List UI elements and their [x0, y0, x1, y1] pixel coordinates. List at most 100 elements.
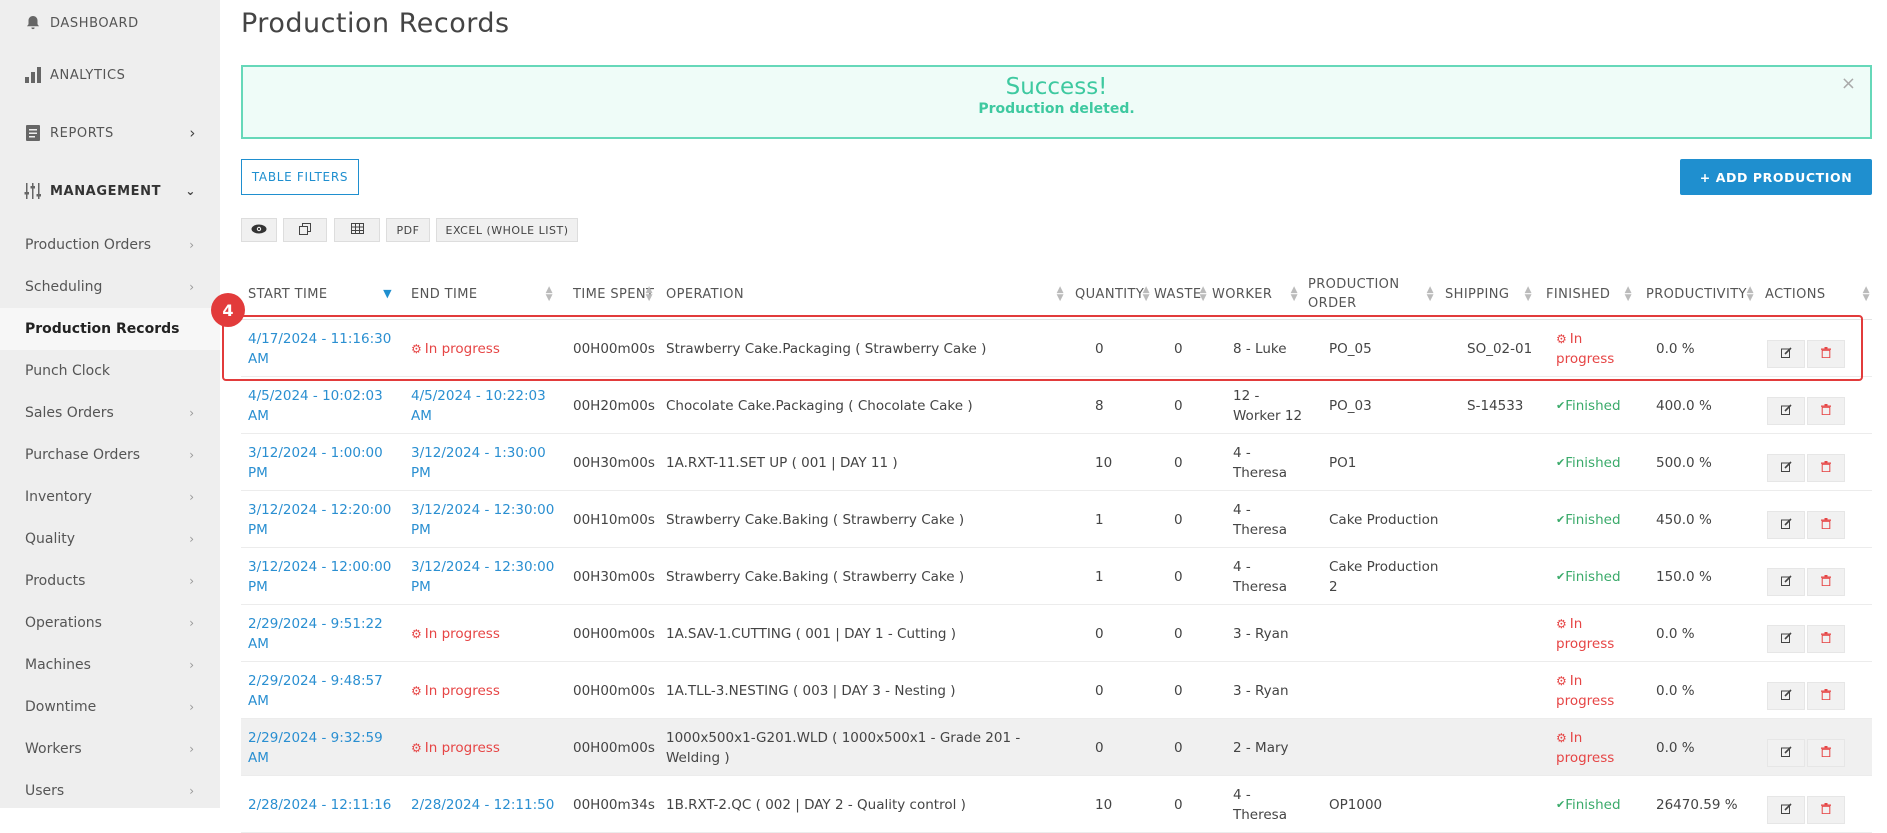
cell-time-spent: 00H20m00s [573, 397, 655, 414]
cell-start-time[interactable]: 4/5/2024 - 10:02:03 AM [248, 377, 394, 434]
cell-operation: 1A.TLL-3.NESTING ( 003 | DAY 3 - Nesting… [666, 682, 956, 699]
cell-quantity: 10 [1095, 454, 1113, 471]
cell-productivity: 450.0 % [1656, 511, 1712, 528]
header-start-time[interactable]: START TIME ▼ [248, 268, 394, 320]
sidebar-management[interactable]: MANAGEMENT ⌄ [0, 162, 220, 220]
close-icon[interactable]: × [1841, 73, 1856, 94]
delete-button[interactable] [1807, 568, 1845, 596]
table-row: 4/5/2024 - 10:02:03 AM 4/5/2024 - 10:22:0… [241, 377, 1872, 434]
sidebar-item-punch-clock[interactable]: Punch Clock [0, 350, 220, 392]
cell-start-time[interactable]: 2/28/2024 - 12:11:16 [248, 776, 394, 833]
gears-icon: ⚙ [411, 740, 422, 755]
edit-icon [1780, 803, 1792, 817]
header-waste[interactable]: WASTE ▲ ▼ [1154, 268, 1209, 320]
header-worker[interactable]: WORKER ▲ ▼ [1212, 268, 1300, 320]
delete-button[interactable] [1807, 796, 1845, 824]
sort-icon: ▲ ▼ [1056, 285, 1064, 303]
edit-button[interactable] [1767, 796, 1805, 824]
sidebar-item-production-records[interactable]: Production Records [0, 308, 220, 350]
cell-start-time[interactable]: 3/12/2024 - 1:00:00 PM [248, 434, 394, 491]
table-filters-button[interactable]: TABLE FILTERS [241, 159, 359, 195]
sidebar-item-label: Sales Orders [25, 405, 114, 421]
excel-button[interactable]: EXCEL (WHOLE LIST) [436, 218, 578, 242]
main-content: Production Records Success! Production d… [220, 0, 1887, 833]
sidebar-item-downtime[interactable]: Downtime › [0, 686, 220, 728]
delete-button[interactable] [1807, 682, 1845, 710]
chevron-right-icon: › [189, 784, 194, 798]
gears-icon: ⚙ [411, 683, 422, 698]
sidebar-item-products[interactable]: Products › [0, 560, 220, 602]
column-visibility-button[interactable] [241, 218, 277, 242]
sidebar-item-purchase-orders[interactable]: Purchase Orders › [0, 434, 220, 476]
cell-end-time: 3/12/2024 - 12:30:00 PM [411, 558, 555, 595]
chevron-down-icon: ⌄ [185, 184, 196, 198]
gears-icon: ⚙ [1556, 616, 1567, 631]
sidebar-analytics[interactable]: ANALYTICS [0, 46, 220, 104]
edit-button[interactable] [1767, 568, 1805, 596]
edit-button[interactable] [1767, 397, 1805, 425]
edit-button[interactable] [1767, 511, 1805, 539]
cell-time-spent: 00H30m00s [573, 568, 655, 585]
cell-productivity: 0.0 % [1656, 739, 1695, 756]
header-production-order[interactable]: PRODUCTION ORDER ▲ ▼ [1308, 268, 1436, 320]
cell-start-time[interactable]: 2/29/2024 - 9:48:57 AM [248, 662, 394, 719]
table-header: START TIME ▼ END TIME ▲ ▼ TIME SPENT ▲ ▼ OPER… [241, 268, 1872, 320]
cell-start-time[interactable]: 3/12/2024 - 12:20:00 PM [248, 491, 394, 548]
sidebar-reports[interactable]: REPORTS › [0, 104, 220, 162]
trash-icon [1821, 746, 1831, 760]
chevron-right-icon: › [189, 616, 194, 630]
edit-button[interactable] [1767, 682, 1805, 710]
delete-button[interactable] [1807, 511, 1845, 539]
header-operation[interactable]: OPERATION ▲ ▼ [666, 268, 1066, 320]
delete-button[interactable] [1807, 397, 1845, 425]
sidebar-item-operations[interactable]: Operations › [0, 602, 220, 644]
sidebar-item-production-orders[interactable]: Production Orders › [0, 224, 220, 266]
sidebar-item-quality[interactable]: Quality › [0, 518, 220, 560]
delete-button[interactable] [1807, 454, 1845, 482]
header-shipping[interactable]: SHIPPING ▲ ▼ [1445, 268, 1534, 320]
cell-start-time[interactable]: 2/29/2024 - 9:51:22 AM [248, 605, 394, 662]
sidebar-item-label: Inventory [25, 489, 92, 505]
cell-production-order: Cake Production [1329, 511, 1439, 528]
sidebar-item-label: Scheduling [25, 279, 103, 295]
sort-icon: ▲ ▼ [1290, 285, 1298, 303]
header-quantity[interactable]: QUANTITY ▲ ▼ [1075, 268, 1152, 320]
cell-productivity: 26470.59 % [1656, 796, 1738, 813]
document-icon [24, 124, 42, 142]
sidebar-item-inventory[interactable]: Inventory › [0, 476, 220, 518]
cell-worker: 12 - Worker 12 [1233, 387, 1303, 424]
sidebar-item-sales-orders[interactable]: Sales Orders › [0, 392, 220, 434]
check-icon: ✔ [1556, 455, 1566, 469]
edit-button[interactable] [1767, 625, 1805, 653]
delete-button[interactable] [1807, 625, 1845, 653]
sort-icon: ▲ ▼ [1199, 285, 1207, 303]
chevron-right-icon: › [189, 658, 194, 672]
header-productivity[interactable]: PRODUCTIVITY ▲ ▼ [1646, 268, 1756, 320]
sidebar-item-users[interactable]: Users › [0, 770, 220, 812]
cell-time-spent: 00H00m00s [573, 625, 655, 642]
cell-waste: 0 [1174, 796, 1183, 813]
sidebar-dashboard[interactable]: DASHBOARD [0, 0, 220, 46]
cell-end-time: 3/12/2024 - 1:30:00 PM [411, 444, 546, 481]
table-row: 3/12/2024 - 1:00:00 PM 3/12/2024 - 1:30:0… [241, 434, 1872, 491]
pdf-button[interactable]: PDF [386, 218, 430, 242]
cell-start-time[interactable]: 3/12/2024 - 12:00:00 PM [248, 548, 394, 605]
bar-chart-icon [24, 66, 42, 84]
cell-start-time[interactable]: 2/29/2024 - 9:32:59 AM [248, 719, 394, 776]
cell-shipping [1467, 491, 1547, 548]
add-production-button[interactable]: + ADD PRODUCTION [1680, 159, 1872, 195]
header-finished[interactable]: FINISHED ▲ ▼ [1546, 268, 1634, 320]
delete-button[interactable] [1807, 739, 1845, 767]
sidebar-item-scheduling[interactable]: Scheduling › [0, 266, 220, 308]
copy-button[interactable] [283, 218, 327, 242]
csv-button[interactable] [334, 218, 380, 242]
cell-waste: 0 [1174, 682, 1183, 699]
sidebar-item-machines[interactable]: Machines › [0, 644, 220, 686]
header-end-time[interactable]: END TIME ▲ ▼ [411, 268, 555, 320]
header-time-spent[interactable]: TIME SPENT ▲ ▼ [573, 268, 655, 320]
sidebar-item-workers[interactable]: Workers › [0, 728, 220, 770]
cell-quantity: 10 [1095, 796, 1113, 813]
edit-button[interactable] [1767, 739, 1805, 767]
edit-button[interactable] [1767, 454, 1805, 482]
cell-finished: ✔ Finished [1556, 796, 1621, 813]
